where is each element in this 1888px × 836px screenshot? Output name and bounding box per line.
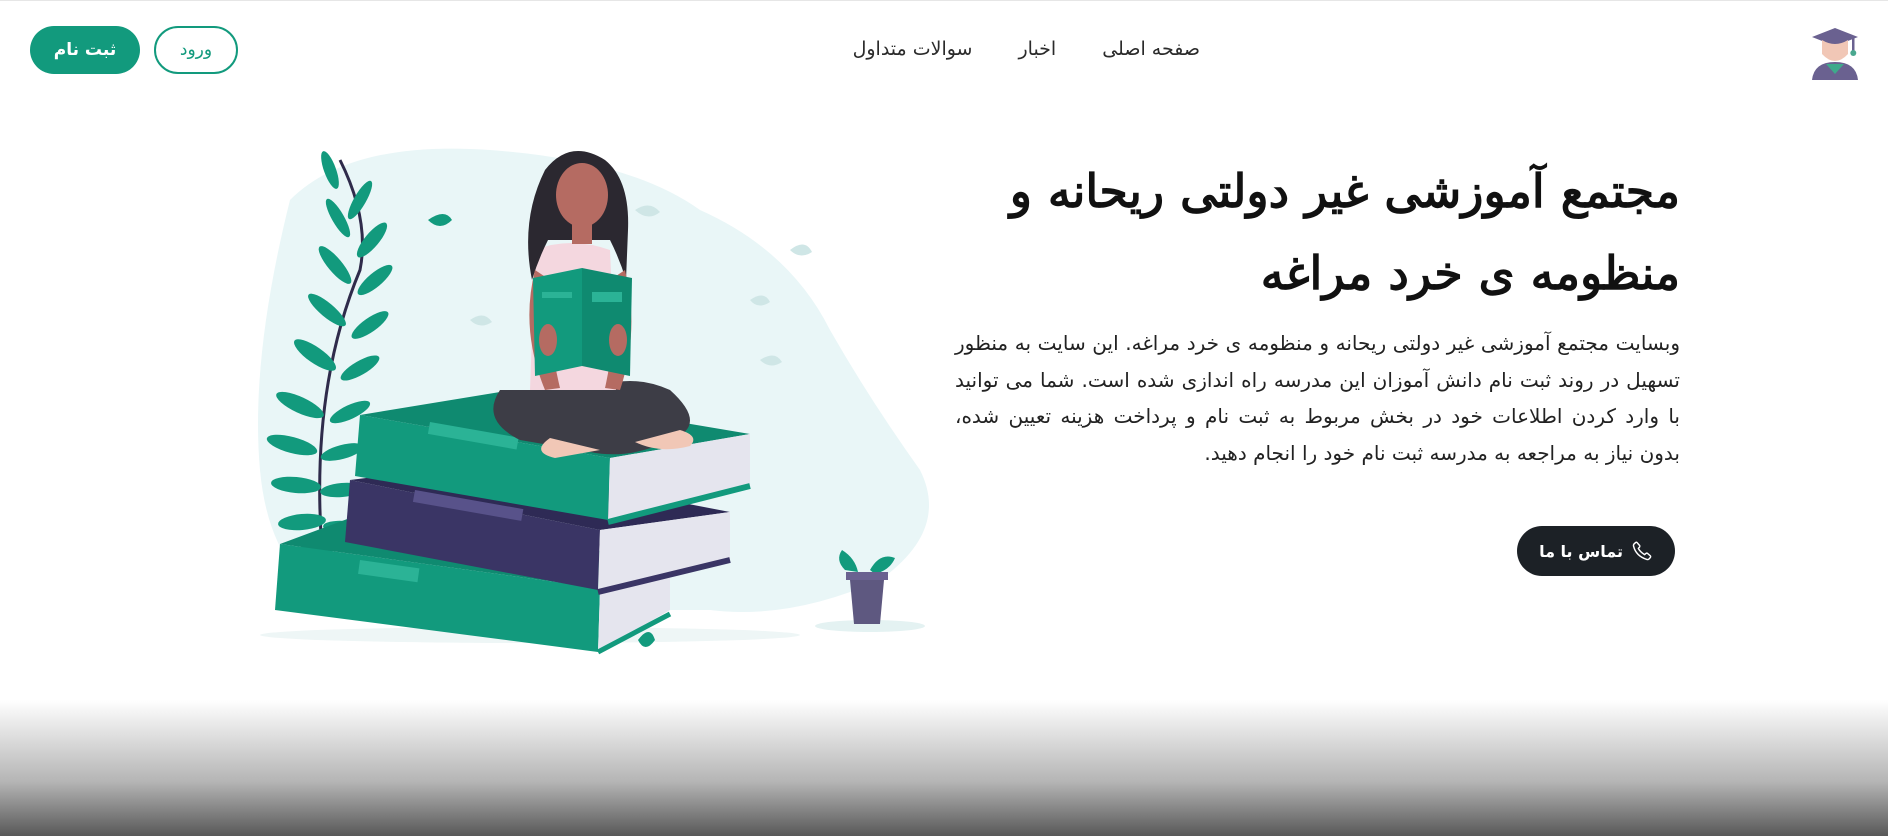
bottom-overlay (0, 700, 1888, 836)
nav-link-home[interactable]: صفحه اصلی (1102, 38, 1200, 68)
girl-reading-on-books-illustration (258, 148, 929, 655)
nav-link-faq[interactable]: سوالات متداول (853, 38, 973, 68)
nav-link-news[interactable]: اخبار (1018, 38, 1056, 68)
contact-us-button[interactable]: تماس با ما (1517, 526, 1675, 576)
graduate-avatar-icon[interactable] (1808, 24, 1862, 80)
phone-icon (1632, 541, 1652, 561)
hero-description: وبسایت مجتمع آموزشی غیر دولتی ریحانه و م… (955, 331, 1680, 465)
navbar: صفحه اصلی اخبار سوالات متداول ورود ثبت ن… (0, 0, 1888, 100)
login-button[interactable]: ورود (154, 26, 238, 74)
contact-us-label: تماس با ما (1539, 541, 1623, 561)
main-menu: صفحه اصلی اخبار سوالات متداول (840, 38, 1200, 68)
hero-title: مجتمع آموزشی غیر دولتی ریحانه و منظومه ی… (1009, 164, 1680, 300)
register-button[interactable]: ثبت نام (30, 26, 140, 74)
